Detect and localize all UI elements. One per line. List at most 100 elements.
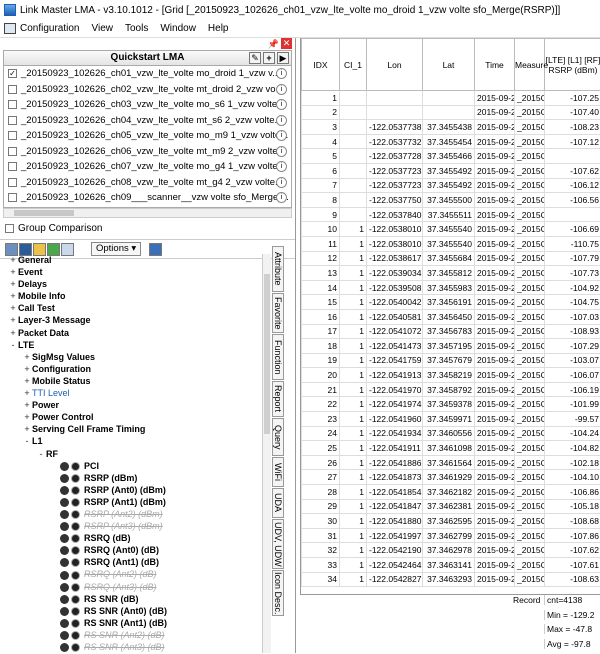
tree-node[interactable]: +Event (0, 266, 266, 278)
table-row[interactable]: 161-122.054058137.34564502015-09-2_2015C… (302, 309, 600, 324)
group-comparison-row[interactable]: Group Comparison (0, 220, 295, 236)
expand-icon[interactable]: + (8, 327, 18, 339)
tree-node[interactable]: RS SNR (Ant1) (dB) (0, 617, 266, 629)
column-header[interactable]: [LTE] [L1] [RF] RSRP (dBm) (545, 39, 600, 91)
expand-icon[interactable]: + (22, 363, 32, 375)
lma-file-item[interactable]: _20150923_102626_ch04_vzw_lte_volte mt_s… (4, 113, 291, 129)
tree-node[interactable]: +Power Control (0, 411, 266, 423)
lma-file-checkbox[interactable] (8, 131, 17, 140)
table-row[interactable]: 231-122.054196037.34599712015-09-2_2015C… (302, 412, 600, 427)
menu-configuration[interactable]: Configuration (20, 23, 79, 34)
table-row[interactable]: 201-122.054191337.34582192015-09-2_2015C… (302, 368, 600, 383)
collapse-icon[interactable]: - (8, 339, 18, 351)
collapse-icon[interactable]: - (36, 448, 46, 460)
table-row[interactable]: 7-122.053772337.34554922015-09-2_2015C-1… (302, 178, 600, 193)
tree-node[interactable]: RS SNR (Ant3) (dB) (0, 641, 266, 653)
lma-file-item[interactable]: _20150923_102626_ch05_vzw_lte_volte mo_m… (4, 128, 291, 144)
lma-file-item[interactable]: _20150923_102626_ch08_vzw_lte_volte mt_g… (4, 175, 291, 191)
add-icon[interactable]: + (263, 52, 275, 64)
table-row[interactable]: 12015-09-2_2015C-107.25 (302, 91, 600, 106)
tree-node[interactable]: +Call Test (0, 302, 266, 314)
menu-window[interactable]: Window (160, 23, 196, 34)
tree-node[interactable]: +General (0, 254, 266, 266)
info-icon[interactable]: i (276, 84, 287, 95)
table-row[interactable]: 311-122.054199737.34627992015-09-2_2015C… (302, 528, 600, 543)
tree-node[interactable]: +Packet Data (0, 327, 266, 339)
tree-node[interactable]: RSRQ (Ant2) (dB) (0, 568, 266, 580)
table-row[interactable]: 271-122.054187337.34619292015-09-2_2015C… (302, 470, 600, 485)
tree-node[interactable]: RS SNR (dB) (0, 593, 266, 605)
tree-node[interactable]: RSRP (Ant3) (dBm) (0, 520, 266, 532)
tree-node[interactable]: -LTE (0, 339, 266, 351)
scroll-thumb[interactable] (14, 210, 74, 216)
menu-view[interactable]: View (91, 23, 113, 34)
side-tab[interactable]: Icon Desc. (272, 570, 284, 616)
horizontal-scrollbar[interactable] (3, 208, 292, 218)
lma-file-checkbox[interactable] (8, 162, 17, 171)
tree-node[interactable]: RS SNR (Ant2) (dB) (0, 629, 266, 641)
side-tab[interactable]: Function (272, 334, 284, 380)
lma-file-item[interactable]: ✓_20150923_102626_ch01_vzw_lte_volte mo_… (4, 66, 291, 82)
lma-file-checkbox[interactable] (8, 178, 17, 187)
tree-node[interactable]: PCI (0, 460, 266, 472)
tree-node[interactable]: RSRQ (dB) (0, 532, 266, 544)
tree-scrollbar[interactable] (262, 254, 271, 653)
tree-node[interactable]: RS SNR (Ant0) (dB) (0, 605, 266, 617)
close-icon[interactable]: ✕ (281, 38, 292, 49)
lma-file-checkbox[interactable] (8, 193, 17, 202)
table-row[interactable]: 191-122.054175937.34576792015-09-2_2015C… (302, 353, 600, 368)
expand-icon[interactable]: + (22, 351, 32, 363)
table-row[interactable]: 221-122.054197437.34593782015-09-2_2015C… (302, 397, 600, 412)
table-row[interactable]: 241-122.054193437.34605562015-09-2_2015C… (302, 426, 600, 441)
table-row[interactable]: 9-122.053784037.34555112015-09-2_2015C (302, 207, 600, 222)
tree-node[interactable]: +Layer-3 Message (0, 314, 266, 326)
tree-node[interactable]: +Delays (0, 278, 266, 290)
table-row[interactable]: 171-122.054107237.34567832015-09-2_2015C… (302, 324, 600, 339)
table-row[interactable]: 101-122.053801037.34555402015-09-2_2015C… (302, 222, 600, 237)
expand-icon[interactable]: + (22, 387, 32, 399)
app-menu-icon[interactable] (4, 23, 16, 34)
tree-node[interactable]: -L1 (0, 435, 266, 447)
tree-node[interactable]: +Configuration (0, 363, 266, 375)
lma-file-item[interactable]: _20150923_102626_ch07_vzw_lte_volte mo_g… (4, 159, 291, 175)
column-header[interactable]: IDX (302, 39, 340, 91)
info-icon[interactable]: i (276, 68, 287, 79)
play-icon[interactable]: ▶ (277, 52, 289, 64)
info-icon[interactable]: i (276, 146, 287, 157)
collapse-icon[interactable]: - (22, 435, 32, 447)
info-icon[interactable]: i (276, 177, 287, 188)
lma-file-item[interactable]: _20150923_102626_ch06_vzw_lte_volte mt_m… (4, 144, 291, 160)
expand-icon[interactable]: + (8, 278, 18, 290)
side-tab[interactable]: UDA (272, 488, 284, 518)
edit-icon[interactable]: ✎ (249, 52, 261, 64)
expand-icon[interactable]: + (22, 375, 32, 387)
side-tab[interactable]: WiFi (272, 457, 284, 487)
table-row[interactable]: 151-122.054004237.34561912015-09-2_2015C… (302, 295, 600, 310)
table-row[interactable]: 121-122.053861737.34556842015-09-2_2015C… (302, 251, 600, 266)
menu-help[interactable]: Help (208, 23, 229, 34)
pin-icon[interactable]: 📌 (268, 39, 279, 50)
lma-file-checkbox[interactable] (8, 147, 17, 156)
tree-node[interactable]: +TTI Level (0, 387, 266, 399)
expand-icon[interactable]: + (8, 290, 18, 302)
lma-file-checkbox[interactable] (8, 116, 17, 125)
table-row[interactable]: 131-122.053903437.34558122015-09-2_2015C… (302, 266, 600, 281)
table-row[interactable]: 22015-09-2_2015C-107.40 (302, 105, 600, 120)
table-row[interactable]: 211-122.054197037.34587922015-09-2_2015C… (302, 382, 600, 397)
expand-icon[interactable]: + (8, 302, 18, 314)
side-tab[interactable]: Report (272, 381, 284, 417)
column-header[interactable]: Lat (423, 39, 475, 91)
table-row[interactable]: 251-122.054191137.34610982015-09-2_2015C… (302, 441, 600, 456)
expand-icon[interactable]: + (22, 399, 32, 411)
group-comparison-checkbox[interactable] (5, 224, 14, 233)
column-header[interactable]: Measure (515, 39, 545, 91)
table-row[interactable]: 4-122.053773237.34554542015-09-2_2015C-1… (302, 134, 600, 149)
side-tab[interactable]: Favorite (272, 293, 284, 333)
expand-icon[interactable]: + (22, 411, 32, 423)
tree-node[interactable]: RSRQ (Ant1) (dB) (0, 556, 266, 568)
table-row[interactable]: 281-122.054185437.34621822015-09-2_2015C… (302, 485, 600, 500)
expand-icon[interactable]: + (8, 266, 18, 278)
table-row[interactable]: 261-122.054188637.34615642015-09-2_2015C… (302, 455, 600, 470)
tree-node[interactable]: RSRP (Ant0) (dBm) (0, 484, 266, 496)
lma-file-item[interactable]: _20150923_102626_ch09___scanner__vzw vol… (4, 190, 291, 206)
